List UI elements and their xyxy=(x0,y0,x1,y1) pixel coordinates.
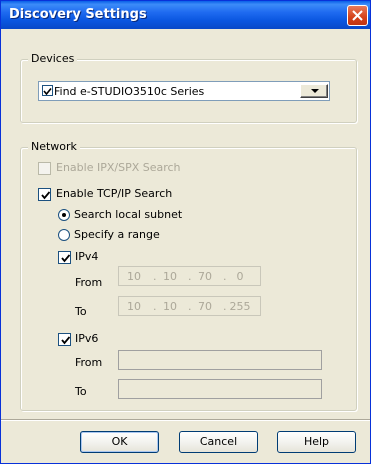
ip-octet: 10 xyxy=(127,270,141,283)
help-button[interactable]: Help xyxy=(277,431,356,453)
ipv6-from-field[interactable] xyxy=(118,350,322,370)
tcpip-label: Enable TCP/IP Search xyxy=(56,187,173,200)
ip-dot: . xyxy=(153,270,157,283)
devices-group-label: Devices xyxy=(28,52,78,65)
ipv6-to-label: To xyxy=(75,385,87,398)
check-icon xyxy=(61,336,71,345)
ip-dot: . xyxy=(153,300,157,313)
ipx-spx-label: Enable IPX/SPX Search xyxy=(56,161,181,174)
ipv6-label: IPv6 xyxy=(75,332,99,345)
ip-octet: 70 xyxy=(198,300,212,313)
ip-octet: 70 xyxy=(198,270,212,283)
dropdown-button[interactable] xyxy=(300,84,328,98)
check-icon xyxy=(43,87,52,96)
device-select-value: Find e-STUDIO3510c Series xyxy=(54,85,205,98)
specify-range-label: Specify a range xyxy=(74,228,160,241)
ip-octet: 10 xyxy=(127,300,141,313)
close-icon xyxy=(352,10,363,21)
check-icon xyxy=(41,191,51,200)
ip-dot: . xyxy=(223,270,227,283)
ipv4-label: IPv4 xyxy=(75,250,99,263)
ip-octet: 0 xyxy=(236,270,244,283)
chevron-down-icon xyxy=(311,89,319,93)
search-local-subnet-radio[interactable] xyxy=(58,209,70,221)
device-checkbox[interactable] xyxy=(42,85,53,96)
ok-button[interactable]: OK xyxy=(80,431,159,453)
ipv4-to-label: To xyxy=(75,305,87,318)
check-icon xyxy=(61,254,71,263)
ipv6-from-label: From xyxy=(75,356,103,369)
ipv4-checkbox[interactable] xyxy=(58,251,71,264)
ip-dot: . xyxy=(223,300,227,313)
ipx-spx-checkbox[interactable] xyxy=(38,162,51,175)
radio-selected-dot xyxy=(62,213,66,217)
ip-dot: . xyxy=(188,270,192,283)
ipv4-from-label: From xyxy=(75,276,103,289)
network-group-label: Network xyxy=(28,140,80,153)
title-bar[interactable]: Discovery Settings xyxy=(1,1,370,29)
specify-range-radio[interactable] xyxy=(58,229,70,241)
cancel-button[interactable]: Cancel xyxy=(179,431,258,453)
window-title: Discovery Settings xyxy=(9,7,147,22)
device-select[interactable]: Find e-STUDIO3510c Series xyxy=(38,81,330,101)
search-local-subnet-label: Search local subnet xyxy=(74,208,183,221)
ipv6-checkbox[interactable] xyxy=(58,333,71,346)
ip-octet: 10 xyxy=(163,300,177,313)
ip-octet: 10 xyxy=(163,270,177,283)
tcpip-checkbox[interactable] xyxy=(38,188,51,201)
button-separator xyxy=(1,419,370,421)
ip-octet: 255 xyxy=(229,300,251,313)
ipv6-to-field[interactable] xyxy=(118,379,322,399)
ip-dot: . xyxy=(188,300,192,313)
close-button[interactable] xyxy=(347,5,368,26)
ipv4-to-field[interactable]: 10 . 10 . 70 . 255 xyxy=(118,296,261,316)
discovery-settings-dialog: Discovery Settings Devices Find e-STUDIO… xyxy=(0,0,371,464)
ipv4-from-field[interactable]: 10 . 10 . 70 . 0 xyxy=(118,266,261,286)
